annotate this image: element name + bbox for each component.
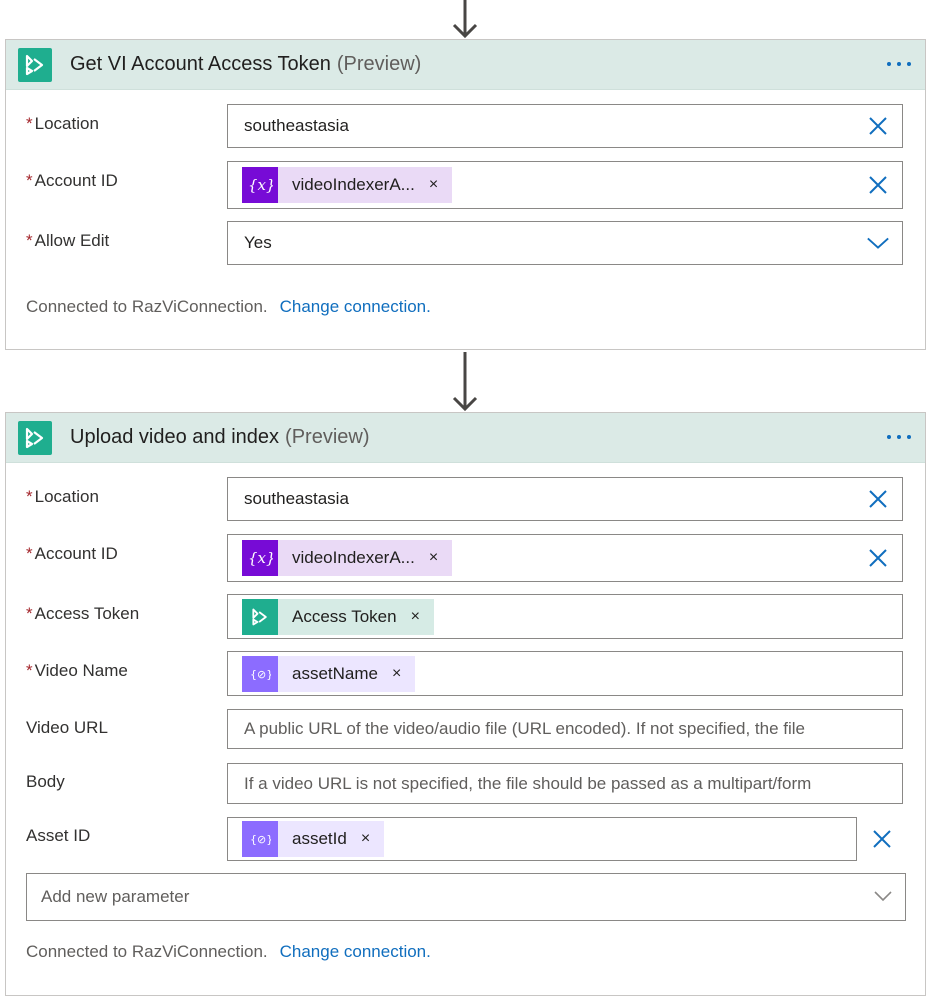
variable-icon: {x} [242, 540, 278, 576]
token-remove-icon[interactable]: × [411, 608, 420, 626]
card-header[interactable]: Upload video and index (Preview) [6, 413, 925, 463]
connection-footer: Connected to RazViConnection. Change conn… [26, 942, 431, 961]
chevron-down-icon [873, 888, 893, 908]
video-url-input[interactable]: A public URL of the video/audio file (UR… [227, 709, 903, 749]
access-token-token[interactable]: Access Token × [242, 598, 434, 635]
location-input[interactable]: southeastasia [227, 104, 903, 148]
clear-icon[interactable] [866, 173, 890, 197]
access-token-label: * Access Token [26, 604, 140, 623]
video-name-label: * Video Name [26, 661, 128, 680]
account-id-input[interactable]: {x} videoIndexerA... × [227, 534, 903, 582]
allow-edit-select[interactable]: Yes [227, 221, 903, 265]
account-id-token[interactable]: {x} videoIndexerA... × [242, 540, 453, 576]
card-title: Upload video and index [70, 426, 280, 448]
asset-id-label: Asset ID [26, 826, 91, 845]
video-indexer-icon [18, 47, 52, 82]
location-label: * Location [26, 487, 99, 506]
change-connection-link[interactable]: Change connection. [280, 297, 431, 316]
svg-text:{x}: {x} [248, 549, 273, 567]
flow-arrow-middle [449, 352, 481, 412]
token-remove-icon[interactable]: × [392, 665, 401, 683]
action-card-upload-video: Upload video and index (Preview) * Locati… [5, 412, 926, 996]
expression-icon: {⊘} [242, 821, 278, 857]
video-name-token[interactable]: {⊘} assetName × [242, 655, 416, 692]
clear-icon[interactable] [866, 487, 890, 511]
video-url-placeholder: A public URL of the video/audio file (UR… [244, 719, 806, 738]
allow-edit-value: Yes [244, 233, 272, 252]
video-indexer-icon [18, 420, 52, 455]
body-label: Body [26, 772, 65, 791]
connection-footer: Connected to RazViConnection. Change conn… [26, 297, 431, 316]
video-name-input[interactable]: {⊘} assetName × [227, 651, 903, 696]
card-header[interactable]: Get VI Account Access Token (Preview) [6, 40, 925, 90]
token-remove-icon[interactable]: × [429, 549, 438, 567]
add-new-parameter-dropdown[interactable]: Add new parameter [26, 873, 906, 921]
flow-arrow-top [449, 0, 481, 40]
card-preview-tag: (Preview) [285, 426, 370, 448]
location-label: * Location [26, 114, 99, 133]
account-id-label: * Account ID [26, 544, 118, 563]
more-icon[interactable] [885, 425, 913, 449]
change-connection-link[interactable]: Change connection. [280, 942, 431, 961]
svg-text:{⊘}: {⊘} [250, 668, 271, 681]
allow-edit-label: * Allow Edit [26, 231, 110, 250]
remove-parameter-icon[interactable] [870, 827, 894, 851]
expression-icon: {⊘} [242, 655, 278, 692]
card-title: Get VI Account Access Token [70, 53, 331, 75]
clear-icon[interactable] [866, 546, 890, 570]
location-input[interactable]: southeastasia [227, 477, 903, 521]
asset-id-input[interactable]: {⊘} assetId × [227, 817, 857, 861]
token-remove-icon[interactable]: × [361, 830, 370, 848]
svg-text:{⊘}: {⊘} [250, 833, 271, 846]
account-id-token[interactable]: {x} videoIndexerA... × [242, 167, 453, 203]
location-value: southeastasia [244, 489, 349, 508]
variable-icon: {x} [242, 167, 278, 203]
account-id-label: * Account ID [26, 171, 118, 190]
body-placeholder: If a video URL is not specified, the fil… [244, 773, 812, 793]
location-value: southeastasia [244, 116, 349, 135]
video-url-label: Video URL [26, 718, 108, 737]
action-card-get-token: Get VI Account Access Token (Preview) * L… [5, 39, 926, 350]
card-preview-tag: (Preview) [336, 53, 422, 75]
asset-id-token[interactable]: {⊘} assetId × [242, 821, 385, 857]
access-token-input[interactable]: Access Token × [227, 594, 903, 639]
account-id-input[interactable]: {x} videoIndexerA... × [227, 161, 903, 209]
video-indexer-icon [242, 598, 278, 635]
more-icon[interactable] [885, 52, 913, 76]
arrow-down-icon [452, 352, 478, 412]
body-input[interactable]: If a video URL is not specified, the fil… [227, 763, 903, 804]
token-remove-icon[interactable]: × [429, 176, 438, 194]
svg-text:{x}: {x} [248, 176, 273, 194]
clear-icon[interactable] [866, 114, 890, 138]
chevron-down-icon[interactable] [866, 231, 890, 255]
arrow-down-icon [452, 0, 478, 39]
